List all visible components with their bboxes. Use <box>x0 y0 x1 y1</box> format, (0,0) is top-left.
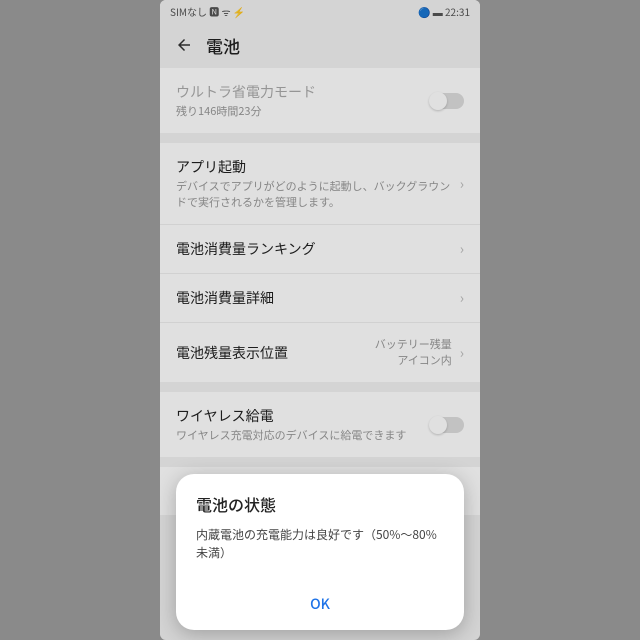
phone-screen: SIMなし 🅽 ᯤ ⚡ 🔵 ▬ 22:31 電池 ウルトラ省電力モード 残り14… <box>160 0 480 640</box>
row-ultra-power-saving[interactable]: ウルトラ省電力モード 残り146時間23分 <box>160 68 480 133</box>
status-left: SIMなし 🅽 ᯤ ⚡ <box>170 4 245 19</box>
back-button[interactable] <box>172 33 196 57</box>
row-percentage-display[interactable]: 電池残量表示位置 バッテリー残量アイコン内 › <box>160 323 480 382</box>
header-bar: 電池 <box>160 22 480 68</box>
row-subtitle: 残り146時間23分 <box>176 104 430 119</box>
chevron-right-icon: › <box>460 239 464 259</box>
chevron-right-icon: › <box>460 343 464 363</box>
row-title: アプリ起動 <box>176 157 460 177</box>
arrow-left-icon <box>175 36 193 54</box>
page-title: 電池 <box>206 33 240 58</box>
row-usage-details[interactable]: 電池消費量詳細 › <box>160 274 480 323</box>
settings-group-2: アプリ起動 デバイスでアプリがどのように起動し、バックグラウンドで実行されるかを… <box>160 143 480 382</box>
row-title: 電池消費量ランキング <box>176 239 460 259</box>
dialog-title: 電池の状態 <box>176 474 464 526</box>
section-gap <box>160 382 480 392</box>
status-bar: SIMなし 🅽 ᯤ ⚡ 🔵 ▬ 22:31 <box>160 0 480 22</box>
settings-group-1: ウルトラ省電力モード 残り146時間23分 <box>160 68 480 133</box>
row-title: ウルトラ省電力モード <box>176 82 430 102</box>
ok-button[interactable]: OK <box>176 580 464 630</box>
toggle-wireless-charging[interactable] <box>430 417 464 433</box>
section-gap <box>160 133 480 143</box>
settings-group-3: ワイヤレス給電 ワイヤレス充電対応のデバイスに給電できます <box>160 392 480 457</box>
row-title: 電池残量表示位置 <box>176 343 372 363</box>
row-subtitle: ワイヤレス充電対応のデバイスに給電できます <box>176 428 430 443</box>
dialog-body: 内蔵電池の充電能力は良好です（50%～80%未満） <box>176 526 464 580</box>
row-title: ワイヤレス給電 <box>176 406 430 426</box>
toggle-ultra-power[interactable] <box>430 93 464 109</box>
chevron-right-icon: › <box>460 288 464 308</box>
section-gap <box>160 457 480 467</box>
row-usage-ranking[interactable]: 電池消費量ランキング › <box>160 225 480 274</box>
row-app-launch[interactable]: アプリ起動 デバイスでアプリがどのように起動し、バックグラウンドで実行されるかを… <box>160 143 480 225</box>
row-value: バッテリー残量アイコン内 <box>372 337 452 368</box>
chevron-right-icon: › <box>460 174 464 194</box>
row-title: 電池消費量詳細 <box>176 288 460 308</box>
row-subtitle: デバイスでアプリがどのように起動し、バックグラウンドで実行されるかを管理します。 <box>176 179 460 210</box>
row-wireless-charging[interactable]: ワイヤレス給電 ワイヤレス充電対応のデバイスに給電できます <box>160 392 480 457</box>
battery-status-dialog: 電池の状態 内蔵電池の充電能力は良好です（50%～80%未満） OK <box>176 474 464 630</box>
status-right: 🔵 ▬ 22:31 <box>418 4 470 19</box>
